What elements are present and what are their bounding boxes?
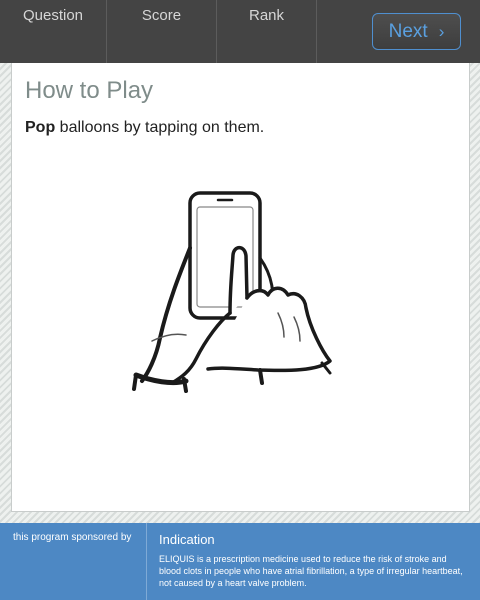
rank-label: Rank xyxy=(217,0,317,63)
hand-tapping-phone-illustration xyxy=(132,191,332,393)
top-bar: Question Score Rank Next › xyxy=(0,0,480,63)
instruction-bold: Pop xyxy=(25,119,56,136)
indication-title: Indication xyxy=(159,532,215,547)
sponsor-label: this program sponsored by xyxy=(0,523,147,600)
sponsor-footer: this program sponsored by Indication ELI… xyxy=(0,523,480,600)
next-button-label: Next xyxy=(388,20,428,42)
score-label: Score xyxy=(107,0,217,63)
instruction-text: Pop balloons by tapping on them. xyxy=(25,119,264,137)
question-label: Question xyxy=(0,0,107,63)
chevron-right-icon: › xyxy=(438,22,445,41)
instruction-rest: balloons by tapping on them. xyxy=(55,119,265,136)
how-to-play-card: How to Play Pop balloons by tapping on t… xyxy=(11,63,470,512)
next-button[interactable]: Next › xyxy=(372,13,461,50)
indication-text: ELIQUIS is a prescription medicine used … xyxy=(159,554,463,588)
page-title: How to Play xyxy=(25,77,154,104)
